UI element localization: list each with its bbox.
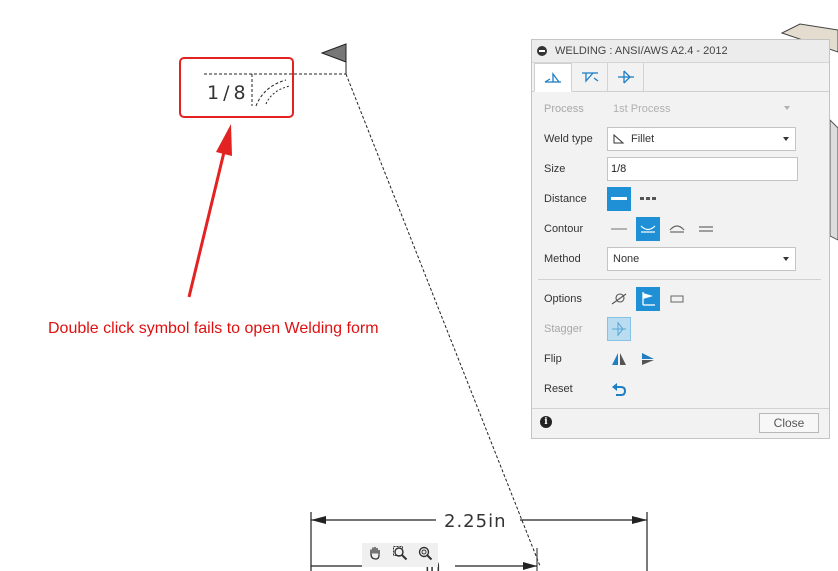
other-side-weld-icon <box>581 72 598 83</box>
both-sides-weld-icon <box>617 70 634 84</box>
tab-arrow-side[interactable] <box>534 63 572 92</box>
reset-row: Reset <box>544 376 824 402</box>
flip-row: Flip <box>544 346 824 372</box>
flip-vertical-icon <box>612 353 626 365</box>
weld-side-tabs <box>532 63 829 92</box>
stagger-weld-icon <box>612 322 626 336</box>
dimension-value: 2.25in <box>444 511 507 532</box>
field-weld-flag-icon <box>642 292 655 306</box>
weld-type-select[interactable]: Fillet <box>607 127 796 151</box>
welding-panel: WELDING : ANSI/AWS A2.4 - 2012 Process 1… <box>531 39 830 439</box>
process-value: 1st Process <box>613 103 671 115</box>
method-select[interactable]: None <box>607 247 796 271</box>
process-select: 1st Process <box>607 97 796 121</box>
collapse-icon[interactable] <box>537 46 547 56</box>
contour-concave-button[interactable] <box>636 217 660 241</box>
contour-flush-button[interactable] <box>694 217 718 241</box>
rectangle-icon <box>670 295 684 303</box>
distance-label: Distance <box>544 193 587 205</box>
weld-all-around-button[interactable] <box>607 287 631 311</box>
navigation-toolbar <box>362 543 438 567</box>
chevron-down-icon <box>783 137 789 141</box>
dashed-line-icon <box>640 197 656 200</box>
stagger-button <box>607 317 631 341</box>
annotation-arrow <box>187 124 232 298</box>
all-around-icon <box>611 293 627 305</box>
chevron-down-icon <box>784 106 790 110</box>
method-label: Method <box>544 253 581 265</box>
contour-none-button[interactable] <box>607 217 631 241</box>
flat-line-icon <box>611 228 627 230</box>
continuous-distance-button[interactable] <box>607 187 631 211</box>
annotation-text: Double click symbol fails to open Weldin… <box>48 320 379 337</box>
size-row: Size <box>544 156 824 182</box>
tail-box-button[interactable] <box>665 287 689 311</box>
info-icon[interactable]: i <box>540 416 552 428</box>
process-row: Process 1st Process <box>544 96 824 122</box>
tab-other-side[interactable] <box>572 63 608 91</box>
contour-label: Contour <box>544 223 584 235</box>
weld-type-label: Weld type <box>544 133 593 145</box>
panel-header: WELDING : ANSI/AWS A2.4 - 2012 <box>532 40 829 63</box>
divider <box>538 279 821 280</box>
options-label: Options <box>544 293 582 305</box>
size-label: Size <box>544 163 566 175</box>
method-row: Method None <box>544 246 824 272</box>
flush-contour-icon <box>699 226 713 232</box>
options-row: Options <box>544 286 824 312</box>
flip-label: Flip <box>544 353 562 365</box>
reset-label: Reset <box>544 383 573 395</box>
flip-vertical-button[interactable] <box>607 347 631 371</box>
solid-line-icon <box>611 197 627 200</box>
method-value: None <box>613 253 640 265</box>
weld-type-row: Weld type Fillet <box>544 126 824 152</box>
tab-both-sides[interactable] <box>608 63 644 91</box>
intermittent-distance-button[interactable] <box>636 187 660 211</box>
concave-contour-icon <box>640 225 656 233</box>
flip-horizontal-icon <box>642 353 654 365</box>
flip-horizontal-button[interactable] <box>636 347 660 371</box>
weld-symbol[interactable] <box>204 43 541 567</box>
size-input[interactable] <box>607 157 798 181</box>
panel-title: WELDING : ANSI/AWS A2.4 - 2012 <box>555 45 728 57</box>
zoom-window-icon[interactable] <box>392 545 408 566</box>
undo-icon <box>612 383 627 396</box>
zoom-icon[interactable] <box>417 545 433 566</box>
fillet-weld-icon <box>613 134 625 144</box>
distance-row: Distance <box>544 186 824 212</box>
contour-convex-button[interactable] <box>665 217 689 241</box>
weld-type-value: Fillet <box>631 133 655 145</box>
weld-symbol-highlight <box>179 57 294 118</box>
process-label: Process <box>544 103 584 115</box>
convex-contour-icon <box>669 225 685 233</box>
panel-footer: i Close <box>532 408 829 438</box>
contour-row: Contour <box>544 216 824 242</box>
pan-icon[interactable] <box>367 545 383 566</box>
reset-button[interactable] <box>607 377 631 401</box>
stagger-label: Stagger <box>544 323 583 335</box>
field-weld-button[interactable] <box>636 287 660 311</box>
arrow-side-weld-icon <box>544 71 561 83</box>
stagger-row: Stagger <box>544 316 824 342</box>
chevron-down-icon <box>783 257 789 261</box>
close-button[interactable]: Close <box>759 413 819 433</box>
